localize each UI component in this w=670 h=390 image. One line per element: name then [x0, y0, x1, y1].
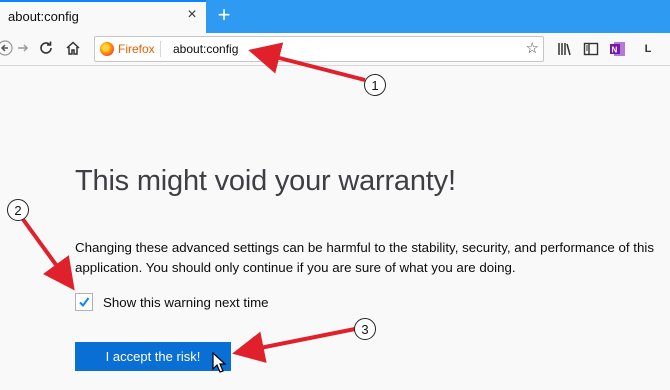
arrow-right-icon [18, 44, 29, 52]
home-icon [66, 41, 80, 55]
onenote-button[interactable]: N [608, 39, 628, 59]
new-tab-button[interactable]: + [213, 3, 235, 27]
sidebar-icon [583, 42, 599, 56]
close-tab-icon[interactable]: × [184, 7, 200, 23]
checkbox-label[interactable]: Show this warning next time [103, 295, 269, 310]
library-button[interactable] [555, 39, 575, 59]
url-separator [160, 41, 161, 57]
annotation-badge-2: 2 [7, 199, 29, 221]
annotation-badge-1: 1 [364, 74, 386, 96]
tab-title: about:config [8, 9, 79, 24]
annotation-badge-3: 3 [354, 318, 376, 340]
arrow-3 [232, 327, 356, 363]
reload-icon [40, 41, 52, 54]
identity-label: Firefox [118, 42, 155, 56]
reload-button[interactable] [35, 37, 57, 59]
warning-text: Changing these advanced settings can be … [75, 240, 654, 275]
bookmark-star-icon[interactable]: ☆ [526, 39, 539, 57]
cursor-icon [212, 352, 227, 373]
firefox-logo-icon [100, 42, 114, 56]
accept-risk-button[interactable]: I accept the risk! [75, 342, 231, 371]
sidebar-button[interactable] [581, 39, 601, 59]
home-button[interactable] [62, 37, 84, 59]
checkmark-icon [79, 297, 90, 308]
tab-about-config[interactable]: about:config × [0, 0, 206, 33]
show-warning-checkbox[interactable] [75, 293, 93, 311]
library-icon [558, 43, 571, 56]
url-input[interactable]: about:config [173, 42, 238, 56]
url-bar[interactable]: Firefox about:config ☆ [94, 36, 544, 62]
forward-button[interactable] [12, 37, 34, 59]
page-title: This might void your warranty! [75, 165, 456, 197]
extension-button[interactable]: L [638, 39, 658, 59]
svg-text:N: N [612, 46, 618, 55]
arrow-2 [20, 216, 75, 291]
onenote-icon: N [610, 42, 625, 56]
